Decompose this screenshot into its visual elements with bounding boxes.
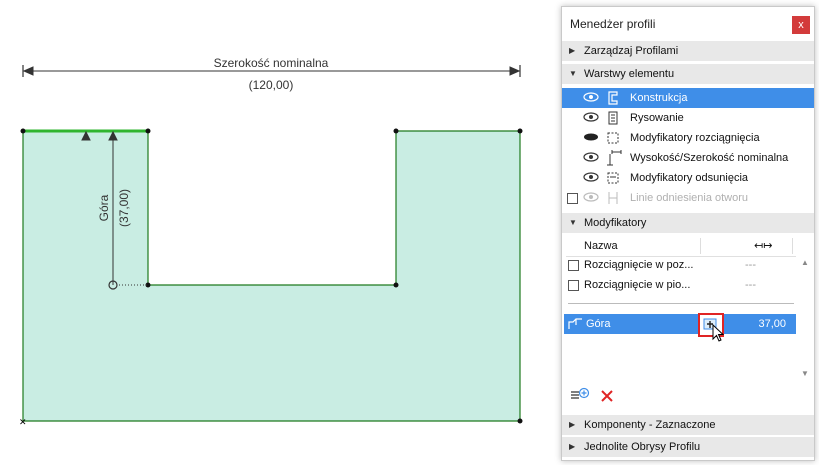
layer-label: Linie odniesienia otworu	[630, 192, 749, 204]
opening-reference-icon	[608, 192, 618, 204]
modifier-row[interactable]: Rozciągnięcie w pio... ---	[566, 275, 796, 295]
modifier-label: Rozciągnięcie w poz...	[584, 259, 694, 271]
profile-shape[interactable]	[22, 130, 521, 422]
layer-item-drawing[interactable]: Rysowanie	[562, 108, 814, 128]
modifier-row[interactable]: Rozciągnięcie w poz... ---	[566, 255, 796, 275]
section-label: Zarządzaj Profilami	[584, 45, 679, 57]
panel-title: Menedżer profili	[570, 17, 656, 31]
layer-label: Wysokość/Szerokość nominalna	[630, 152, 789, 164]
panel-titlebar[interactable]: Menedżer profili x	[562, 7, 814, 41]
column-name-header[interactable]: Nazwa	[584, 236, 618, 256]
offset-modifier-row[interactable]: Góra 37,00	[564, 313, 796, 342]
modifier-checkbox[interactable]	[568, 260, 579, 271]
structure-icon	[608, 91, 618, 105]
drawing-icon	[608, 111, 618, 125]
section-components-selected[interactable]: ▶ Komponenty - Zaznaczone	[562, 415, 814, 435]
eye-icon[interactable]	[583, 151, 599, 163]
scroll-up-icon[interactable]: ▲	[801, 258, 809, 267]
chevron-right-icon: ▶	[569, 442, 576, 451]
eye-icon[interactable]	[583, 171, 599, 183]
section-uniform-outlines[interactable]: ▶ Jednolite Obrysy Profilu	[562, 437, 814, 457]
layer-label: Modyfikatory rozciągnięcia	[630, 132, 760, 144]
layer-item-opening-reference[interactable]: Linie odniesienia otworu	[562, 188, 814, 208]
modifier-checkbox[interactable]	[568, 280, 579, 291]
offset-dimension-value: (37,00)	[117, 189, 131, 227]
offset-icon	[568, 318, 582, 329]
layer-item-nominal-size[interactable]: Wysokość/Szerokość nominalna	[562, 148, 814, 168]
scroll-down-icon[interactable]: ▼	[801, 369, 809, 378]
offset-modifier-icon	[607, 172, 619, 184]
offset-modifier-label: Góra	[586, 318, 611, 330]
modifier-label: Rozciągnięcie w pio...	[584, 279, 691, 291]
layer-item-offset-modifiers[interactable]: Modyfikatory odsunięcia	[562, 168, 814, 188]
modifier-value: ---	[745, 279, 756, 291]
close-button[interactable]: x	[792, 16, 810, 34]
eye-icon[interactable]	[583, 91, 599, 103]
profile-manager-panel: Menedżer profili x ▶ Zarządzaj Profilami…	[561, 6, 815, 461]
section-label: Warstwy elementu	[584, 68, 675, 80]
chevron-down-icon: ▼	[569, 218, 577, 227]
chevron-right-icon: ▶	[569, 420, 576, 429]
layer-item-structure[interactable]: Konstrukcja	[562, 88, 814, 108]
section-element-layers[interactable]: ▼ Warstwy elementu	[562, 64, 814, 84]
stretch-arrows-icon[interactable]: ↤↦	[754, 236, 772, 256]
section-label: Modyfikatory	[584, 217, 647, 229]
offset-modifier-value[interactable]: 37,00	[758, 314, 786, 334]
layer-label: Modyfikatory odsunięcia	[630, 172, 749, 184]
modifier-value: ---	[745, 259, 756, 271]
delete-icon[interactable]	[600, 389, 614, 403]
eye-closed-icon[interactable]	[583, 131, 599, 143]
layer-item-stretch-modifiers[interactable]: Modyfikatory rozciągnięcia	[562, 128, 814, 148]
origin-cross-icon: ✕	[19, 417, 27, 427]
width-dimension-value: (120,00)	[249, 78, 294, 92]
modifiers-scrollbar[interactable]: ▲ ▼	[798, 258, 812, 378]
eye-icon[interactable]	[583, 111, 599, 123]
offset-dimension-label: Góra	[97, 194, 111, 221]
section-modifiers[interactable]: ▼ Modyfikatory	[562, 213, 814, 233]
add-modifier-icon[interactable]	[570, 387, 590, 403]
chevron-right-icon: ▶	[569, 46, 576, 55]
stretch-modifier-icon	[607, 132, 619, 144]
section-label: Komponenty - Zaznaczone	[584, 419, 716, 431]
mouse-cursor-icon	[712, 324, 725, 342]
table-divider	[568, 303, 794, 304]
chevron-down-icon: ▼	[569, 69, 577, 78]
section-manage-profiles[interactable]: ▶ Zarządzaj Profilami	[562, 41, 814, 61]
layer-label: Konstrukcja	[630, 92, 688, 104]
modifiers-table-header: Nazwa ↤↦	[566, 236, 796, 257]
layer-checkbox[interactable]	[567, 193, 578, 204]
layer-label: Rysowanie	[630, 112, 684, 124]
width-dimension-label: Szerokość nominalna	[214, 56, 329, 70]
eye-icon[interactable]	[583, 191, 599, 203]
section-label: Jednolite Obrysy Profilu	[584, 441, 701, 453]
nominal-size-icon	[607, 150, 622, 166]
drawing-canvas[interactable]: ✕ Szerokość nominalna (120,00) Góra (37,…	[0, 0, 560, 465]
